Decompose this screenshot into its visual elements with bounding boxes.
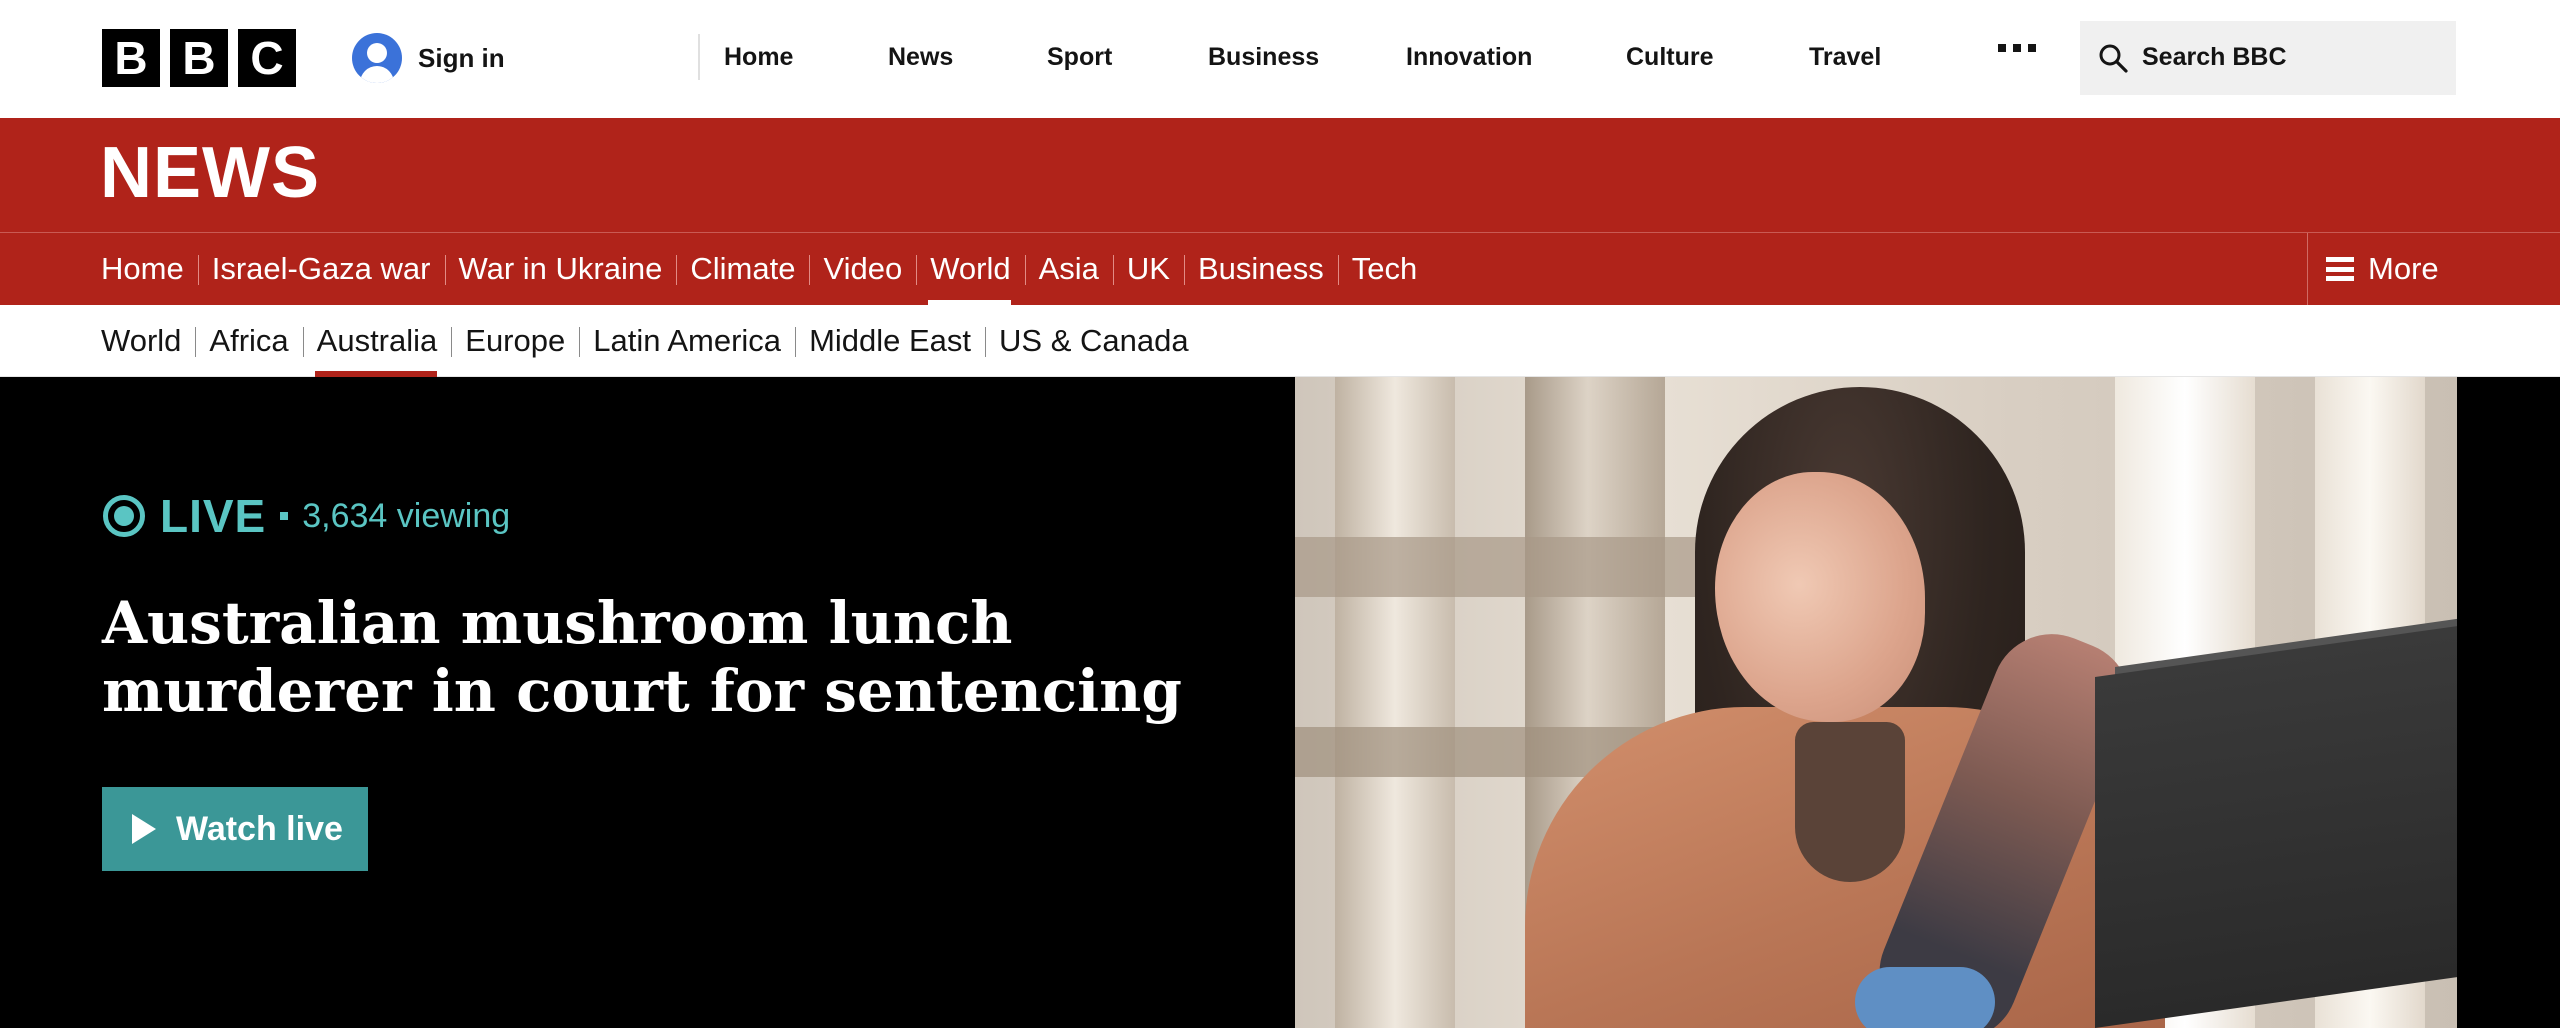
sub-nav-world[interactable]: World xyxy=(101,305,195,377)
user-avatar-icon xyxy=(352,33,402,83)
bbc-logo-letter: B xyxy=(170,29,228,87)
play-icon xyxy=(132,814,156,844)
live-broadcast-icon xyxy=(103,495,145,537)
global-nav-home[interactable]: Home xyxy=(724,43,793,72)
sign-in-label: Sign in xyxy=(418,42,505,73)
global-nav-innovation[interactable]: Innovation xyxy=(1406,43,1532,72)
section-nav-asia[interactable]: Asia xyxy=(1024,233,1113,305)
global-nav-sport[interactable]: Sport xyxy=(1047,43,1112,72)
section-nav-climate[interactable]: Climate xyxy=(676,233,809,305)
search-box[interactable]: Search BBC xyxy=(2080,21,2456,95)
hamburger-menu-icon xyxy=(2326,257,2354,281)
bbc-logo-letter: B xyxy=(102,29,160,87)
sub-nav-europe[interactable]: Europe xyxy=(451,305,579,377)
section-nav-tech[interactable]: Tech xyxy=(1337,233,1431,305)
sub-nav-us-canada[interactable]: US & Canada xyxy=(985,305,1203,377)
more-menu-label: More xyxy=(2368,251,2439,286)
hero-headline[interactable]: Australian mushroom lunch murderer in co… xyxy=(102,589,1302,725)
sub-nav-latin-america[interactable]: Latin America xyxy=(579,305,795,377)
search-placeholder: Search BBC xyxy=(2142,43,2287,71)
section-nav-video[interactable]: Video xyxy=(809,233,916,305)
bbc-logo-letter: C xyxy=(238,29,296,87)
sub-nav-australia[interactable]: Australia xyxy=(302,305,452,377)
world-sub-nav: World Africa Australia Europe Latin Amer… xyxy=(0,305,2560,377)
news-wordmark[interactable]: NEWS xyxy=(100,132,320,214)
watch-live-label: Watch live xyxy=(176,809,343,848)
section-nav: Home Israel-Gaza war War in Ukraine Clim… xyxy=(0,233,2560,305)
more-menu-button[interactable]: More xyxy=(2307,233,2560,305)
section-nav-israel-gaza-war[interactable]: Israel-Gaza war xyxy=(197,233,445,305)
hero-live-story: LIVE 3,634 viewing Australian mushroom l… xyxy=(0,377,2560,1028)
live-label: LIVE xyxy=(160,490,267,542)
hero-photo[interactable] xyxy=(1295,377,2457,1028)
live-indicator: LIVE 3,634 viewing xyxy=(102,489,510,543)
viewing-count: 3,634 viewing xyxy=(302,496,511,535)
news-masthead: NEWS xyxy=(0,118,2560,232)
global-nav-travel[interactable]: Travel xyxy=(1809,43,1881,72)
section-nav-business[interactable]: Business xyxy=(1183,233,1338,305)
global-nav-culture[interactable]: Culture xyxy=(1626,43,1714,72)
bbc-logo[interactable]: B B C xyxy=(102,29,296,87)
sub-nav-middle-east[interactable]: Middle East xyxy=(795,305,985,377)
search-icon xyxy=(2099,44,2128,73)
section-nav-world[interactable]: World xyxy=(916,233,1024,305)
section-nav-uk[interactable]: UK xyxy=(1112,233,1184,305)
section-nav-home[interactable]: Home xyxy=(101,233,198,305)
sign-in-button[interactable]: Sign in xyxy=(352,33,505,83)
global-nav: Home News Sport Business Innovation Cult… xyxy=(698,34,1964,80)
watch-live-button[interactable]: Watch live xyxy=(102,787,368,871)
separator-dot xyxy=(280,512,289,520)
section-nav-war-in-ukraine[interactable]: War in Ukraine xyxy=(444,233,677,305)
sub-nav-africa[interactable]: Africa xyxy=(195,305,302,377)
global-header: B B C Sign in Home News Sport Business I… xyxy=(0,0,2560,118)
global-nav-news[interactable]: News xyxy=(888,43,953,72)
global-nav-business[interactable]: Business xyxy=(1208,43,1319,72)
more-dots-icon[interactable] xyxy=(1998,44,2036,52)
